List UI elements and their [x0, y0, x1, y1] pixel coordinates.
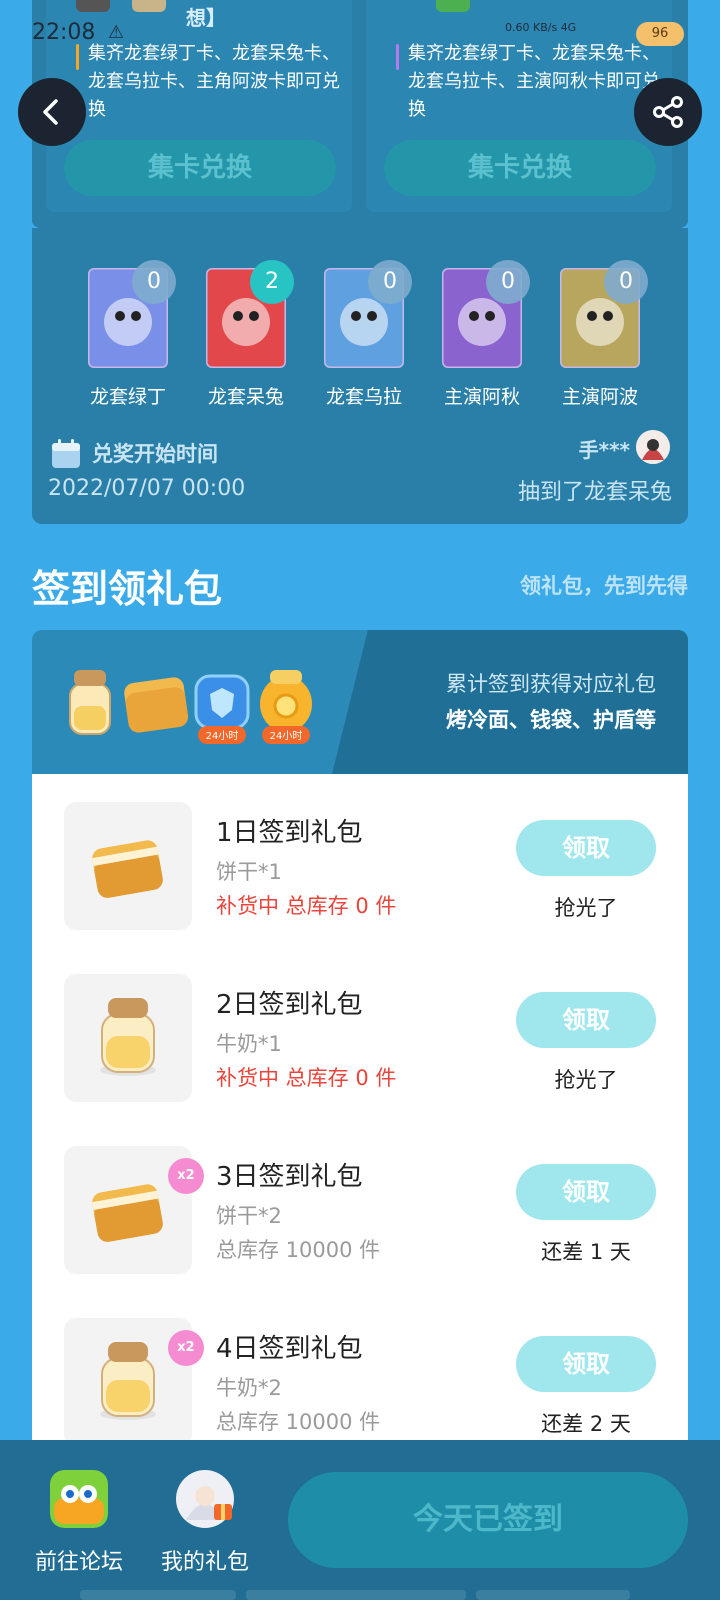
- package-item: 饼干*1: [216, 860, 282, 884]
- battery-indicator: 96: [636, 22, 684, 46]
- banner-line-2: 烤冷面、钱袋、护盾等: [446, 708, 656, 732]
- claim-button[interactable]: 领取: [516, 1336, 656, 1392]
- claim-button[interactable]: 领取: [516, 1164, 656, 1220]
- avatar-icon: [636, 430, 670, 464]
- card-count-badge: 0: [486, 260, 530, 304]
- banner-line-1: 累计签到获得对应礼包: [446, 672, 656, 696]
- warning-icon: ⚠: [108, 22, 125, 43]
- exchange-desc: 集齐龙套绿丁卡、龙套呆兔卡、龙套乌拉卡、主演阿秋卡即可兑换: [396, 40, 666, 124]
- milk-jar-icon: [100, 998, 156, 1076]
- card-name: 龙套乌拉: [325, 386, 402, 408]
- package-thumb: x2: [64, 1146, 204, 1274]
- biscuit-icon: [92, 840, 163, 898]
- double-badge: x2: [168, 1330, 204, 1366]
- package-title: 4日签到礼包: [216, 1334, 363, 1364]
- package-stock: 总库存 10000 件: [216, 1238, 381, 1262]
- my-gifts-link[interactable]: 我的礼包: [150, 1470, 260, 1576]
- redeem-start-label: 兑奖开始时间: [92, 442, 218, 466]
- card-count-badge: 0: [368, 260, 412, 304]
- home-indicator: [476, 1590, 630, 1600]
- claim-button[interactable]: 领取: [516, 992, 656, 1048]
- home-indicator: [80, 1590, 236, 1600]
- package-stock: 总库存 10000 件: [216, 1410, 381, 1434]
- my-gifts-label: 我的礼包: [160, 1550, 249, 1575]
- bottom-bar: 前往论坛 我的礼包 今天已签到: [0, 1440, 720, 1600]
- card-collection-panel: 0 龙套绿丁 2 龙套呆兔 0 龙套乌拉 0 主演阿秋 0 主演阿波 兑奖开始时间 2022/07…: [32, 228, 688, 524]
- winner-result: 抽到了龙套呆兔: [517, 480, 672, 505]
- winner-avatar: [636, 430, 670, 464]
- exchange-panel: 想】 集齐龙套绿丁卡、龙套呆兔卡、龙套乌拉卡、主角阿波卡即可兑换 集卡兑换 集齐…: [32, 0, 688, 228]
- status-network: 0.60 KB/s 4G: [505, 22, 576, 33]
- package-item: 牛奶*2: [216, 1376, 282, 1400]
- gift-avatar-icon: [176, 1470, 234, 1528]
- forum-link[interactable]: 前往论坛: [24, 1470, 134, 1576]
- reward-icon: [132, 0, 166, 12]
- back-button[interactable]: [18, 78, 86, 146]
- chevron-left-icon: [43, 99, 58, 125]
- exchange-title: 想】: [186, 6, 226, 30]
- collect-exchange-button[interactable]: 集卡兑换: [64, 140, 336, 196]
- milk-jar-icon: [69, 670, 111, 735]
- collect-exchange-button[interactable]: 集卡兑换: [384, 140, 656, 196]
- card-count-badge: 0: [132, 260, 176, 304]
- card-count-badge: 2: [250, 260, 294, 304]
- claim-status: 抢光了: [554, 1068, 618, 1092]
- package-item: 饼干*2: [216, 1204, 282, 1228]
- sign-reward-banner: 24小时 24小时 累计签到获得对应礼包 烤冷面、钱袋、护盾等: [32, 630, 688, 774]
- money-bag-icon: 24小时: [260, 670, 312, 744]
- card-count-badge: 0: [604, 260, 648, 304]
- section-subtitle: 领礼包，先到先得: [520, 574, 688, 598]
- winner-name: 手***: [578, 438, 630, 462]
- redeem-start-date: 2022/07/07 00:00: [48, 476, 246, 501]
- banner-shape: [332, 630, 688, 774]
- network-type: 4G: [560, 21, 577, 34]
- package-thumb: [64, 802, 192, 930]
- svg-text:24小时: 24小时: [206, 730, 239, 742]
- biscuit-icon: [124, 677, 189, 733]
- sign-package-list: 1日签到礼包 饼干*1 补货中 总库存 0 件领取 抢光了 2日签到礼包 牛奶*1 补货中 …: [32, 774, 688, 1454]
- calendar-icon: [52, 439, 80, 468]
- card-name: 龙套绿丁: [89, 386, 166, 408]
- shield-icon: 24小时: [194, 674, 250, 744]
- package-stock: 补货中 总库存 0 件: [216, 1066, 397, 1090]
- package-thumb: x2: [64, 1318, 204, 1446]
- package-title: 3日签到礼包: [216, 1162, 363, 1192]
- package-item: 牛奶*1: [216, 1032, 282, 1056]
- package-title: 1日签到礼包: [216, 818, 363, 848]
- claim-status: 还差 1 天: [541, 1240, 631, 1264]
- card-name: 龙套呆兔: [207, 386, 284, 408]
- claim-button[interactable]: 领取: [516, 820, 656, 876]
- forum-label: 前往论坛: [34, 1550, 123, 1575]
- net-speed: 0.60 KB/s: [505, 21, 558, 34]
- exchange-desc: 集齐龙套绿丁卡、龙套呆兔卡、龙套乌拉卡、主角阿波卡即可兑换: [76, 40, 346, 124]
- package-title: 2日签到礼包: [216, 990, 363, 1020]
- reward-icon: [76, 0, 110, 12]
- section-title: 签到领礼包: [32, 567, 223, 611]
- home-indicator: [246, 1590, 466, 1600]
- claim-status: 还差 2 天: [541, 1412, 631, 1436]
- package-row: x2 3日签到礼包饼干*2 总库存 10000 件 领取还差 1 天: [32, 1124, 688, 1284]
- banner-rewards: 24小时 24小时: [69, 670, 312, 744]
- card-name: 主演阿波: [561, 386, 638, 408]
- claim-status: 抢光了: [554, 896, 618, 920]
- share-button[interactable]: [634, 78, 702, 146]
- package-stock: 补货中 总库存 0 件: [216, 894, 397, 918]
- reward-icon: [436, 0, 470, 12]
- forum-game-icon: [50, 1470, 108, 1528]
- package-row: 2日签到礼包牛奶*1 补货中 总库存 0 件 领取抢光了: [32, 952, 688, 1112]
- status-time: 22:08: [32, 20, 96, 45]
- package-row: 1日签到礼包饼干*1 补货中 总库存 0 件 领取抢光了: [32, 780, 688, 940]
- share-icon: [653, 96, 683, 128]
- signed-today-button[interactable]: 今天已签到: [288, 1472, 688, 1568]
- package-row: x2 4日签到礼包牛奶*2 总库存 10000 件 领取还差 2 天: [32, 1296, 688, 1454]
- double-badge: x2: [168, 1158, 204, 1194]
- package-thumb: [64, 974, 192, 1102]
- svg-text:24小时: 24小时: [270, 730, 303, 742]
- card-name: 主演阿秋: [443, 386, 520, 408]
